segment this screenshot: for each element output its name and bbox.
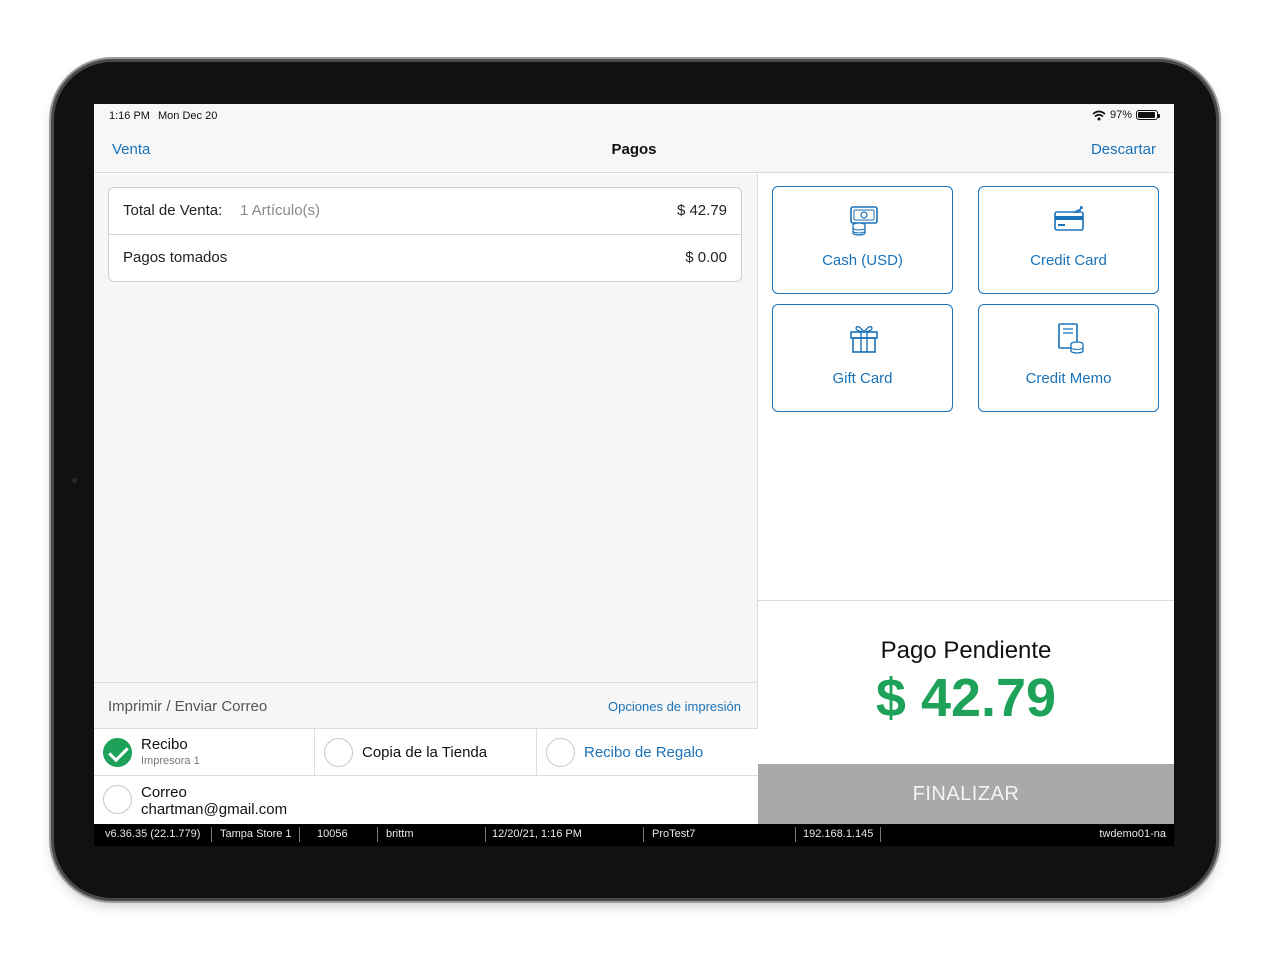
user-name: brittm: [386, 828, 414, 840]
radio-icon[interactable]: [103, 785, 132, 814]
status-date: Mon Dec 20: [158, 110, 218, 122]
tender-panel: Cash (USD) Credit Card Gift Card Credit …: [758, 174, 1174, 600]
credit-memo-icon: [1058, 323, 1084, 354]
store-copy-option[interactable]: Copia de la Tienda: [315, 729, 537, 776]
summary-card: Total de Venta: 1 Artículo(s) $ 42.79 Pa…: [108, 187, 742, 282]
pending-label: Pago Pendiente: [880, 637, 1052, 664]
camera: [72, 478, 77, 483]
status-right: 97%: [1092, 109, 1160, 121]
receipt-option[interactable]: Recibo Impresora 1: [94, 729, 315, 776]
print-email-label: Imprimir / Enviar Correo: [108, 698, 268, 715]
credit-memo-label: Credit Memo: [1025, 370, 1112, 387]
wifi-icon: [1092, 110, 1106, 120]
store-name: Tampa Store 1: [220, 828, 292, 840]
discard-button[interactable]: Descartar: [1091, 141, 1156, 158]
email-option[interactable]: Correo chartman@gmail.com: [94, 776, 758, 824]
receipt-label: Recibo: [141, 736, 188, 753]
cash-button[interactable]: Cash (USD): [772, 186, 953, 294]
gift-icon: [850, 326, 878, 353]
battery-icon: [1136, 110, 1160, 120]
total-value: $ 42.79: [676, 202, 727, 219]
finalize-button[interactable]: FINALIZAR: [758, 764, 1174, 824]
credit-memo-button[interactable]: Credit Memo: [978, 304, 1159, 412]
payments-label: Pagos tomados: [123, 249, 228, 266]
radio-icon[interactable]: [546, 738, 575, 767]
total-label: Total de Venta:: [123, 202, 223, 219]
app-version: v6.36.35 (22.1.779): [105, 828, 201, 840]
status-time: 1:16 PM: [109, 110, 150, 122]
store-copy-label: Copia de la Tienda: [362, 744, 488, 761]
info-bar: v6.36.35 (22.1.779) Tampa Store 1 10056 …: [94, 824, 1174, 846]
credit-card-icon: [1054, 206, 1084, 231]
print-options: Recibo Impresora 1 Copia de la Tienda Re…: [94, 728, 758, 776]
host-name: twdemo01-na: [1099, 828, 1166, 840]
payments-value: $ 0.00: [685, 249, 727, 266]
nav-bar: Venta Pagos Descartar: [94, 128, 1174, 173]
printer-label: Impresora 1: [141, 755, 200, 767]
screen: 1:16 PM Mon Dec 20 97% Venta Pagos Desca…: [94, 104, 1174, 846]
cash-label: Cash (USD): [822, 252, 903, 269]
gift-receipt-option[interactable]: Recibo de Regalo: [537, 729, 758, 776]
payment-summary-panel: Total de Venta: 1 Artículo(s) $ 42.79 Pa…: [94, 174, 758, 682]
cash-icon: [850, 206, 878, 236]
payments-row: Pagos tomados $ 0.00: [109, 235, 741, 282]
credit-card-label: Credit Card: [1030, 252, 1107, 269]
checkmark-icon[interactable]: [103, 738, 132, 767]
gift-receipt-label: Recibo de Regalo: [584, 744, 704, 761]
battery-percent: 97%: [1109, 109, 1132, 121]
status-bar: 1:16 PM Mon Dec 20 97%: [94, 104, 1174, 128]
email-value: chartman@gmail.com: [141, 801, 288, 818]
item-count: 1 Artículo(s): [240, 202, 321, 219]
ip-address: 192.168.1.145: [803, 828, 874, 840]
email-label: Correo: [141, 784, 187, 801]
gift-card-button[interactable]: Gift Card: [772, 304, 953, 412]
page-title: Pagos: [611, 141, 657, 158]
gift-card-label: Gift Card: [832, 370, 893, 387]
pending-amount: $ 42.79: [875, 668, 1057, 728]
pending-payment: Pago Pendiente $ 42.79: [758, 600, 1174, 764]
print-header: Imprimir / Enviar Correo Opciones de imp…: [94, 682, 758, 728]
total-row: Total de Venta: 1 Artículo(s) $ 42.79: [109, 188, 741, 235]
session-datetime: 12/20/21, 1:16 PM: [492, 828, 582, 840]
print-options-link[interactable]: Opciones de impresión: [608, 699, 741, 714]
register-id: 10056: [317, 828, 348, 840]
profile-name: ProTest7: [652, 828, 696, 840]
radio-icon[interactable]: [324, 738, 353, 767]
credit-card-button[interactable]: Credit Card: [978, 186, 1159, 294]
